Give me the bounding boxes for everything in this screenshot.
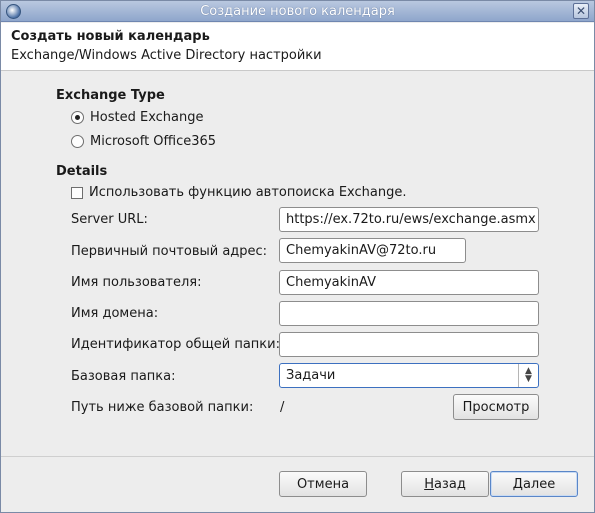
- exchange-type-label: Exchange Type: [56, 88, 165, 103]
- path-below-value: /: [280, 400, 285, 415]
- server-url-label: Server URL:: [71, 212, 148, 227]
- radio-label: Microsoft Office365: [90, 134, 217, 149]
- domain-label: Имя домена:: [71, 306, 159, 321]
- server-url-input[interactable]: https://ex.72to.ru/ews/exchange.asmx: [279, 207, 539, 232]
- radio-label: Hosted Exchange: [90, 110, 204, 125]
- username-label: Имя пользователя:: [71, 275, 202, 290]
- window-title: Создание нового календаря: [200, 4, 395, 19]
- path-below-label: Путь ниже базовой папки:: [71, 400, 254, 415]
- next-mnemonic: Д: [512, 476, 523, 492]
- primary-email-input[interactable]: ChemyakinAV@72to.ru: [279, 238, 466, 263]
- autodiscover-checkbox[interactable]: [71, 186, 83, 199]
- wizard-title: Создать новый календарь: [11, 29, 210, 44]
- back-label: азад: [433, 476, 466, 492]
- shared-folder-input[interactable]: [279, 332, 539, 357]
- autodiscover-checkbox-row[interactable]: Использовать функцию автопоиска Exchange…: [71, 185, 407, 200]
- dialog-window: Создание нового календаря ✕ Создать новы…: [0, 0, 595, 513]
- wizard-header: Создать новый календарь Exchange/Windows…: [1, 23, 594, 71]
- radio-office365[interactable]: Microsoft Office365: [71, 134, 216, 149]
- browse-button[interactable]: Просмотр: [453, 394, 539, 420]
- radio-button[interactable]: [71, 135, 84, 148]
- username-input[interactable]: ChemyakinAV: [279, 270, 539, 295]
- cancel-button[interactable]: Отмена: [279, 471, 367, 497]
- title-bar: Создание нового календаря ✕: [1, 1, 594, 22]
- primary-email-label: Первичный почтовый адрес:: [71, 244, 268, 259]
- back-mnemonic: Н: [424, 476, 434, 492]
- base-folder-label: Базовая папка:: [71, 369, 176, 384]
- chevron-updown-icon: ▲ ▼: [518, 364, 538, 387]
- back-button[interactable]: Назад: [401, 471, 489, 497]
- radio-button-checked[interactable]: [71, 111, 84, 124]
- base-folder-select[interactable]: Задачи ▲ ▼: [279, 363, 539, 388]
- details-label: Details: [56, 164, 108, 179]
- next-button[interactable]: Далее: [490, 471, 578, 497]
- wizard-content: Exchange Type Hosted Exchange Microsoft …: [1, 72, 594, 457]
- wizard-subtitle: Exchange/Windows Active Directory настро…: [11, 48, 322, 63]
- autodiscover-label: Использовать функцию автопоиска Exchange…: [89, 185, 407, 200]
- footer-divider: [1, 456, 594, 457]
- base-folder-value: Задачи: [286, 368, 336, 383]
- domain-input[interactable]: [279, 301, 539, 326]
- radio-hosted-exchange[interactable]: Hosted Exchange: [71, 110, 204, 125]
- close-icon[interactable]: ✕: [573, 3, 589, 19]
- next-label: алее: [522, 476, 556, 492]
- shared-folder-label: Идентификатор общей папки:: [71, 337, 280, 352]
